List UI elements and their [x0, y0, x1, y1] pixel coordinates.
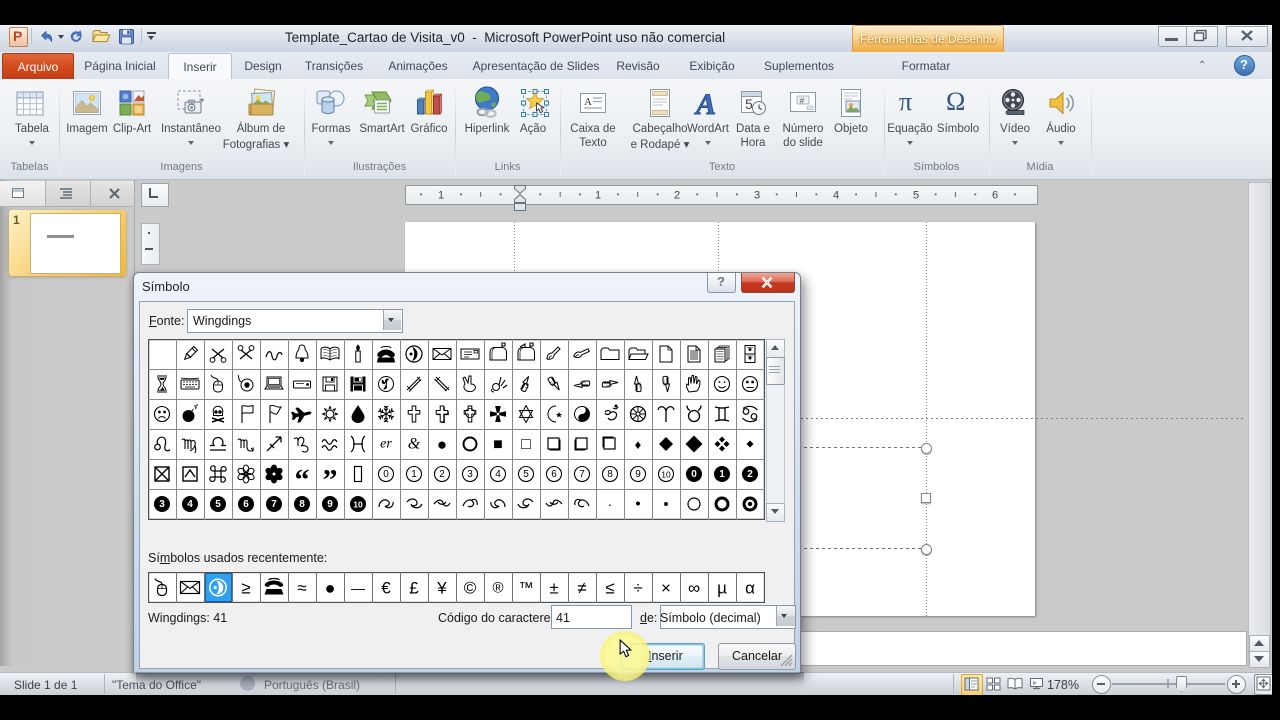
- svg-text:er: er: [380, 437, 392, 452]
- svg-text:€: €: [381, 579, 391, 598]
- svg-text:®: ®: [492, 580, 503, 597]
- svg-text:8: 8: [607, 469, 613, 480]
- svg-text:•: •: [635, 496, 640, 513]
- svg-text:6: 6: [992, 190, 998, 202]
- svg-text:5: 5: [913, 190, 919, 202]
- svg-text:3: 3: [754, 190, 760, 202]
- svg-text:●: ●: [437, 435, 447, 454]
- svg-text:4: 4: [495, 469, 501, 480]
- svg-text:“: “: [295, 464, 310, 497]
- svg-text:♦: ♦: [635, 437, 642, 452]
- svg-text:©: ©: [464, 579, 477, 598]
- svg-text:—: —: [351, 580, 365, 596]
- svg-text:4: 4: [187, 499, 193, 510]
- svg-text:3: 3: [159, 499, 165, 510]
- svg-text:α: α: [745, 579, 755, 598]
- svg-text:≈: ≈: [297, 579, 306, 598]
- svg-text:±: ±: [549, 579, 558, 598]
- svg-text:#: #: [800, 96, 805, 106]
- svg-text:3: 3: [467, 469, 473, 480]
- svg-text:□: □: [521, 436, 531, 453]
- svg-text:9: 9: [327, 499, 333, 510]
- svg-text:5: 5: [745, 96, 753, 112]
- svg-text:7: 7: [579, 469, 585, 480]
- svg-text:4: 4: [833, 190, 839, 202]
- svg-text:5: 5: [215, 499, 221, 510]
- svg-text:¥: ¥: [436, 579, 447, 598]
- svg-text:6: 6: [551, 469, 557, 480]
- svg-text:10: 10: [661, 470, 671, 480]
- svg-text:≤: ≤: [605, 579, 614, 598]
- svg-text:7: 7: [271, 499, 277, 510]
- svg-text:2: 2: [674, 190, 680, 202]
- svg-text:0: 0: [691, 469, 697, 480]
- svg-text:9: 9: [635, 469, 641, 480]
- svg-text:÷: ÷: [633, 579, 642, 598]
- svg-text:£: £: [409, 579, 419, 598]
- svg-text:2: 2: [439, 469, 445, 480]
- svg-text:™: ™: [519, 580, 534, 597]
- svg-text:●: ●: [325, 578, 336, 598]
- svg-text:10: 10: [353, 500, 363, 510]
- svg-text:0: 0: [383, 469, 389, 480]
- svg-text:×: ×: [661, 579, 671, 598]
- svg-text:≠: ≠: [577, 579, 586, 598]
- svg-text:&: &: [408, 436, 421, 453]
- svg-text:A: A: [694, 88, 716, 119]
- svg-text:µ: µ: [717, 579, 727, 598]
- svg-text:A: A: [584, 96, 592, 108]
- svg-text:Ω: Ω: [946, 87, 965, 116]
- svg-text:5: 5: [523, 469, 529, 480]
- svg-text:2: 2: [747, 469, 753, 480]
- svg-text:1: 1: [719, 469, 725, 480]
- svg-text:1: 1: [438, 190, 444, 202]
- svg-text:π: π: [899, 87, 912, 116]
- svg-text:∞: ∞: [688, 579, 700, 598]
- svg-text:”: ”: [323, 464, 338, 497]
- svg-text:6: 6: [243, 499, 249, 510]
- svg-text:1: 1: [595, 190, 601, 202]
- svg-text:8: 8: [299, 499, 305, 510]
- svg-text:·: ·: [608, 496, 613, 512]
- svg-text:■: ■: [493, 436, 503, 453]
- svg-text:≥: ≥: [241, 579, 250, 598]
- svg-text:1: 1: [411, 469, 417, 480]
